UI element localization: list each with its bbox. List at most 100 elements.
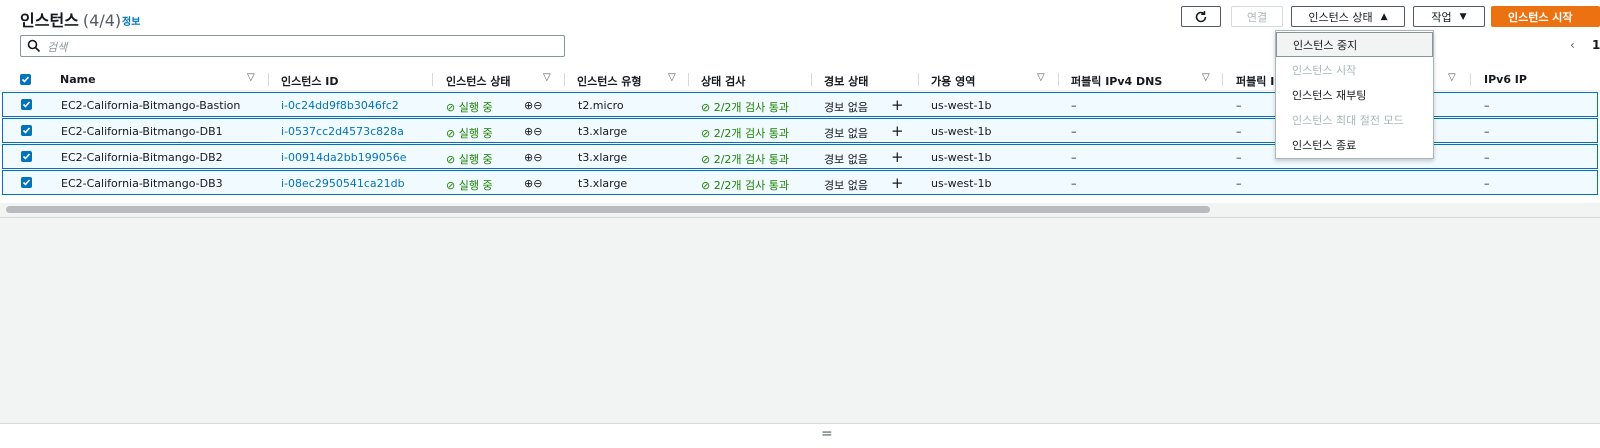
- page-title: 인스턴스 (4/4): [20, 11, 122, 30]
- instance-id-link[interactable]: i-08ec2950541ca21db: [281, 177, 405, 190]
- column-header-availability-zone[interactable]: 가용 영역: [931, 73, 975, 89]
- column-header-instance-type[interactable]: 인스턴스 유형: [577, 73, 642, 89]
- check-icon: [22, 101, 31, 108]
- row-checkbox[interactable]: [21, 99, 32, 110]
- check-icon: [22, 179, 31, 186]
- instance-type: t2.micro: [578, 99, 624, 112]
- column-divider[interactable]: [1470, 73, 1471, 86]
- check-circle-icon: ⊘: [701, 153, 711, 166]
- instance-state-menu: 인스턴스 중지 인스턴스 시작 인스턴스 재부팅 인스턴스 최대 절전 모드 인…: [1275, 30, 1434, 159]
- column-divider[interactable]: [1222, 73, 1223, 86]
- column-header-instance-state[interactable]: 인스턴스 상태: [446, 73, 511, 89]
- instance-name: EC2-California-Bitmango-DB1: [61, 125, 223, 138]
- column-divider[interactable]: [918, 73, 919, 86]
- instance-id-link[interactable]: i-00914da2bb199056e: [281, 151, 406, 164]
- instance-type: t3.xlarge: [578, 125, 628, 138]
- instance-id-link[interactable]: i-0c24dd9f8b3046fc2: [281, 99, 399, 112]
- menu-item-reboot-instance[interactable]: 인스턴스 재부팅: [1276, 82, 1433, 107]
- zoom-icons[interactable]: ⊕⊖: [524, 125, 542, 138]
- availability-zone: us-west-1b: [931, 151, 992, 164]
- instance-type: t3.xlarge: [578, 151, 628, 164]
- column-divider[interactable]: [564, 73, 565, 86]
- public-dns: –: [1071, 99, 1077, 112]
- add-alarm-icon[interactable]: +: [891, 122, 904, 140]
- sort-icon[interactable]: ▽: [668, 72, 676, 83]
- column-divider[interactable]: [432, 73, 433, 86]
- search-input[interactable]: 검색: [20, 35, 565, 57]
- prev-page-icon[interactable]: ‹: [1570, 38, 1575, 52]
- menu-item-terminate-instance[interactable]: 인스턴스 종료: [1276, 132, 1433, 157]
- connect-button[interactable]: 연결: [1231, 6, 1283, 27]
- add-alarm-icon[interactable]: +: [891, 174, 904, 192]
- search-placeholder: 검색: [47, 41, 68, 54]
- row-checkbox[interactable]: [21, 151, 32, 162]
- table-row[interactable]: EC2-California-Bitmango-DB3 i-08ec295054…: [2, 170, 1598, 195]
- sort-icon[interactable]: ▽: [1448, 72, 1456, 83]
- launch-instance-button[interactable]: 인스턴스 시작: [1491, 6, 1600, 27]
- add-alarm-icon[interactable]: +: [891, 148, 904, 166]
- public-dns: –: [1071, 151, 1077, 164]
- check-icon: [22, 127, 31, 134]
- column-divider[interactable]: [268, 73, 269, 86]
- row-checkbox[interactable]: [21, 125, 32, 136]
- column-header-instance-id[interactable]: 인스턴스 ID: [281, 73, 339, 89]
- pagination: ‹ 1: [1570, 38, 1600, 52]
- resize-handle-icon[interactable]: =: [821, 426, 833, 442]
- check-circle-icon: ⊘: [446, 153, 456, 166]
- public-ip: –: [1236, 177, 1242, 190]
- page-number[interactable]: 1: [1592, 38, 1600, 52]
- check-circle-icon: ⊘: [446, 127, 456, 140]
- actions-dropdown[interactable]: 작업 ▼: [1413, 6, 1485, 27]
- column-header-name[interactable]: Name: [60, 73, 96, 86]
- status-check: ⊘ 2/2개 검사 통과: [701, 101, 790, 114]
- column-divider[interactable]: [688, 73, 689, 86]
- column-divider[interactable]: [1058, 73, 1059, 86]
- instance-name: EC2-California-Bitmango-DB2: [61, 151, 223, 164]
- ipv6-ip: –: [1484, 125, 1490, 138]
- alarm-status: 경보 없음: [824, 153, 868, 166]
- check-circle-icon: ⊘: [701, 127, 711, 140]
- alarm-status: 경보 없음: [824, 101, 868, 114]
- select-all-checkbox[interactable]: [20, 74, 31, 85]
- refresh-icon: [1195, 10, 1207, 22]
- check-icon: [22, 153, 31, 160]
- ipv6-ip: –: [1484, 99, 1490, 112]
- menu-item-start-instance[interactable]: 인스턴스 시작: [1276, 57, 1433, 82]
- instance-id-link[interactable]: i-0537cc2d4573c828a: [281, 125, 404, 138]
- status-check: ⊘ 2/2개 검사 통과: [701, 179, 790, 192]
- zoom-icons[interactable]: ⊕⊖: [524, 177, 542, 190]
- sort-icon[interactable]: ▽: [1202, 72, 1210, 83]
- instance-name: EC2-California-Bitmango-DB3: [61, 177, 223, 190]
- check-circle-icon: ⊘: [446, 101, 456, 114]
- column-header-alarm-status[interactable]: 경보 상태: [824, 73, 868, 89]
- ipv6-ip: –: [1484, 151, 1490, 164]
- row-checkbox[interactable]: [21, 177, 32, 188]
- sort-icon[interactable]: ▽: [247, 72, 255, 83]
- column-divider[interactable]: [811, 73, 812, 86]
- column-header-status-check[interactable]: 상태 검사: [701, 73, 745, 89]
- instance-state: ⊘ 실행 중: [446, 101, 493, 114]
- info-link[interactable]: 정보: [122, 13, 140, 28]
- alarm-status: 경보 없음: [824, 179, 868, 192]
- status-check: ⊘ 2/2개 검사 통과: [701, 153, 790, 166]
- public-dns: –: [1071, 125, 1077, 138]
- split-panel-footer: =: [0, 423, 1600, 448]
- selection-count: (4/4): [82, 11, 122, 30]
- public-ip: –: [1236, 125, 1242, 138]
- check-circle-icon: ⊘: [446, 179, 456, 192]
- column-header-ipv6[interactable]: IPv6 IP: [1484, 73, 1527, 86]
- search-icon: [27, 39, 41, 53]
- instance-type: t3.xlarge: [578, 177, 628, 190]
- check-circle-icon: ⊘: [701, 101, 711, 114]
- refresh-button[interactable]: [1181, 6, 1221, 27]
- horizontal-scrollbar-thumb[interactable]: [6, 206, 1210, 213]
- sort-icon[interactable]: ▽: [543, 72, 551, 83]
- add-alarm-icon[interactable]: +: [891, 96, 904, 114]
- zoom-icons[interactable]: ⊕⊖: [524, 99, 542, 112]
- column-header-public-dns[interactable]: 퍼블릭 IPv4 DNS: [1071, 73, 1162, 89]
- instance-state-dropdown[interactable]: 인스턴스 상태 ▲: [1291, 6, 1405, 27]
- menu-item-stop-instance[interactable]: 인스턴스 중지: [1276, 32, 1433, 57]
- sort-icon[interactable]: ▽: [1037, 72, 1045, 83]
- menu-item-hibernate-instance[interactable]: 인스턴스 최대 절전 모드: [1276, 107, 1433, 132]
- zoom-icons[interactable]: ⊕⊖: [524, 151, 542, 164]
